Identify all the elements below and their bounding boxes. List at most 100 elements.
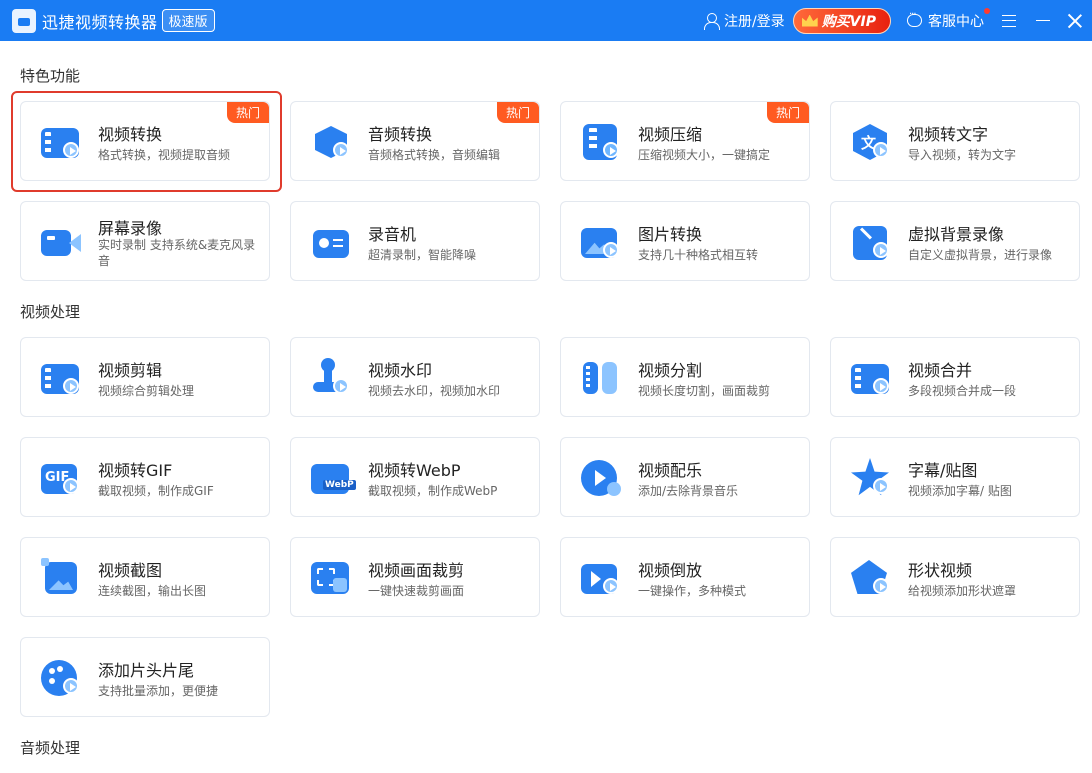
card-desc: 超清录制，智能降噪 [368,248,477,262]
webp-label: WebP [323,480,356,490]
card-shape-video[interactable]: 形状视频 给视频添加形状遮罩 [830,537,1080,617]
card-video-edit[interactable]: 视频剪辑 视频综合剪辑处理 [20,337,270,417]
card-title: 视频水印 [368,361,433,380]
card-video-music[interactable]: 视频配乐 添加/去除背景音乐 [560,437,810,517]
subtitle-sticker-icon [851,458,891,498]
edition-badge: 极速版 [161,9,215,32]
hot-badge: 热门 [766,102,809,123]
card-video-compress[interactable]: 视频压缩 压缩视频大小，一键搞定 热门 [560,101,810,181]
notification-dot [984,7,990,14]
login-label: 注册/登录 [723,13,785,30]
watermark-icon [311,358,351,398]
video-edit-icon [41,358,81,398]
screen-record-icon [41,222,81,262]
card-title: 视频配乐 [638,461,703,480]
card-title: 添加片头片尾 [98,661,195,680]
card-title: 视频转文字 [908,125,989,144]
card-video-reverse[interactable]: 视频倒放 一键操作，多种模式 [560,537,810,617]
card-desc: 导入视频，转为文字 [908,148,1017,162]
card-title: 屏幕录像 [98,219,163,238]
intro-outro-icon [41,658,81,698]
card-desc: 连续截图，输出长图 [98,584,207,598]
card-title: 视频转WebP [368,461,461,480]
card-video-to-gif[interactable]: GIF 视频转GIF 截取视频，制作成GIF [20,437,270,517]
card-desc: 一键操作，多种模式 [638,584,747,598]
recorder-icon [311,222,351,262]
card-screen-record[interactable]: 屏幕录像 实时录制 支持系统&麦克风录音 [20,201,270,281]
card-title: 图片转换 [638,225,703,244]
vip-label: 购买VIP [821,13,876,30]
close-icon[interactable] [1068,14,1082,28]
card-title: 视频转换 [98,125,163,144]
webp-icon: WebP [311,458,356,498]
card-desc: 视频长度切割，画面裁剪 [638,384,771,398]
card-title: 视频合并 [908,361,973,380]
video-compress-icon [581,122,621,162]
card-desc: 实时录制 支持系统&麦克风录音 [98,238,256,268]
card-virtual-background[interactable]: 虚拟背景录像 自定义虚拟背景，进行录像 [830,201,1080,281]
buy-vip-button[interactable]: 购买VIP [792,7,891,34]
card-video-crop[interactable]: 视频画面裁剪 一键快速裁剪画面 [290,537,540,617]
card-title: 形状视频 [908,561,973,580]
card-title: 字幕/贴图 [908,461,978,480]
crown-icon [801,14,818,27]
card-audio-convert[interactable]: 音频转换 音频格式转换，音频编辑 热门 [290,101,540,181]
shape-icon [851,558,891,598]
video-to-text-icon: 文 [851,122,891,162]
card-title: 录音机 [368,225,417,244]
app-logo-icon [12,8,36,33]
card-image-convert[interactable]: 图片转换 支持几十种格式相互转 [560,201,810,281]
video-split-icon [581,358,621,398]
service-label: 客服中心 [928,13,984,30]
video-convert-icon [41,122,81,162]
section-title-featured: 特色功能 [20,67,81,85]
card-desc: 添加/去除背景音乐 [638,484,739,498]
menu-icon[interactable] [1002,14,1016,27]
card-video-convert[interactable]: 视频转换 格式转换，视频提取音频 热门 [20,101,270,181]
card-recorder[interactable]: 录音机 超清录制，智能降噪 [290,201,540,281]
card-desc: 音频格式转换，音频编辑 [368,148,501,162]
card-intro-outro[interactable]: 添加片头片尾 支持批量添加，更便捷 [20,637,270,717]
card-video-to-text[interactable]: 文 视频转文字 导入视频，转为文字 [830,101,1080,181]
card-desc: 格式转换，视频提取音频 [98,148,231,162]
card-video-screenshot[interactable]: 视频截图 连续截图，输出长图 [20,537,270,617]
card-desc: 一键快速裁剪画面 [368,584,465,598]
card-video-split[interactable]: 视频分割 视频长度切割，画面裁剪 [560,337,810,417]
card-desc: 支持批量添加，更便捷 [98,684,219,698]
card-desc: 视频添加字幕/ 贴图 [908,484,1012,498]
app-title: 迅捷视频转换器 [42,12,158,32]
card-desc: 视频综合剪辑处理 [98,384,195,398]
card-desc: 支持几十种格式相互转 [638,248,759,262]
minimize-icon[interactable] [1036,20,1050,21]
card-video-merge[interactable]: 视频合并 多段视频合并成一段 [830,337,1080,417]
virtual-background-icon [851,222,891,262]
card-subtitle-sticker[interactable]: 字幕/贴图 视频添加字幕/ 贴图 [830,437,1080,517]
hot-badge: 热门 [496,102,539,123]
card-watermark[interactable]: 视频水印 视频去水印，视频加水印 [290,337,540,417]
audio-convert-icon [311,122,351,162]
card-title: 视频倒放 [638,561,703,580]
card-title: 音频转换 [368,125,433,144]
card-video-to-webp[interactable]: WebP 视频转WebP 截取视频，制作成WebP [290,437,540,517]
card-desc: 视频去水印，视频加水印 [368,384,501,398]
crop-icon [311,558,351,598]
hot-badge: 热门 [226,102,269,123]
customer-service-button[interactable]: 客服中心 [907,7,990,31]
video-merge-icon [851,358,891,398]
login-button[interactable]: 注册/登录 [703,11,785,31]
card-title: 视频剪辑 [98,361,163,380]
card-title: 视频转GIF [98,461,173,480]
card-desc: 截取视频，制作成GIF [98,484,214,498]
card-desc: 自定义虚拟背景，进行录像 [908,248,1053,262]
screenshot-icon [41,558,81,598]
section-title-video: 视频处理 [20,303,81,321]
section-title-audio: 音频处理 [20,739,81,757]
card-title: 视频画面裁剪 [368,561,465,580]
card-desc: 多段视频合并成一段 [908,384,1017,398]
card-title: 视频分割 [638,361,703,380]
title-bar: 迅捷视频转换器 极速版 注册/登录 购买VIP 客服中心 [0,0,1092,41]
card-desc: 压缩视频大小，一键搞定 [638,148,771,162]
user-icon [703,12,720,30]
card-title: 视频截图 [98,561,163,580]
image-convert-icon [581,222,621,262]
